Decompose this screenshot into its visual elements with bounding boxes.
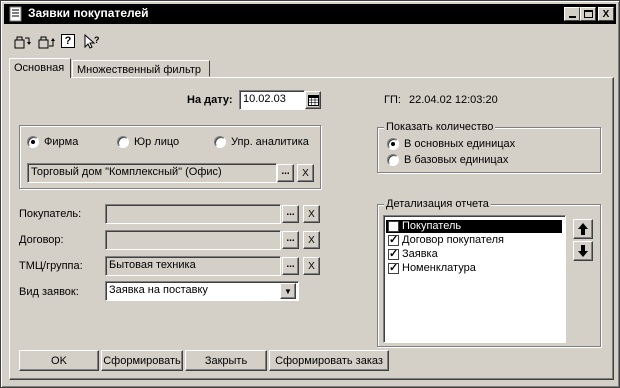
tab-main[interactable]: Основная	[9, 58, 71, 78]
list-item[interactable]: Заявка	[386, 247, 562, 261]
minimize-button[interactable]	[564, 7, 580, 21]
entity-field[interactable]: Торговый дом "Комплексный" (Офис)	[27, 163, 277, 183]
goods-field[interactable]: Бытовая техника	[105, 256, 281, 276]
move-up-button[interactable]	[573, 219, 593, 239]
gp-label: ГП:	[384, 94, 401, 106]
generate-order-button-label: Сформировать заказ	[275, 354, 383, 367]
order-type-value: Заявка на поставку	[109, 284, 208, 296]
goods-select-button[interactable]: ...	[282, 257, 299, 275]
calendar-icon	[307, 94, 319, 106]
gp-value: 22.04.02 12:03:20	[409, 94, 498, 106]
close-icon: X	[602, 8, 610, 20]
ok-button[interactable]: OK	[19, 350, 99, 371]
ellipsis-icon: ...	[286, 232, 295, 244]
window-title: Заявки покупателей	[28, 6, 149, 20]
report-window: Заявки покупателей X ? ? Основная Множес…	[0, 0, 620, 388]
order-type-dropdown-button[interactable]: ▼	[280, 283, 296, 299]
filter-buyer-label: Покупатель:	[19, 208, 82, 220]
tab-main-label: Основная	[14, 62, 65, 74]
close-dialog-button-label: Закрыть	[204, 354, 248, 367]
show-quantity-group: Показать количество	[377, 121, 601, 173]
clear-icon: X	[302, 167, 309, 179]
radio-mgmt-analytics[interactable]	[214, 136, 226, 148]
ok-button-label: OK	[51, 354, 67, 367]
arrow-up-icon	[578, 223, 588, 235]
chevron-down-icon: ▼	[284, 286, 292, 296]
order-type-select[interactable]: Заявка на поставку ▼	[105, 281, 299, 301]
help-icon[interactable]: ?	[61, 34, 75, 48]
checkbox[interactable]	[388, 221, 399, 232]
generate-button[interactable]: Сформировать	[101, 350, 183, 371]
radio-main-units[interactable]	[387, 138, 399, 150]
ellipsis-icon: ...	[286, 258, 295, 270]
radio-base-units-label: В базовых единицах	[404, 154, 509, 166]
radio-main-units-label: В основных единицах	[404, 138, 516, 150]
show-quantity-title: Показать количество	[384, 121, 496, 133]
move-down-button[interactable]	[573, 241, 593, 261]
maximize-button[interactable]	[580, 7, 596, 21]
close-button[interactable]: X	[598, 7, 614, 21]
arrow-down-icon	[578, 245, 588, 257]
radio-firm[interactable]	[27, 136, 39, 148]
checkbox[interactable]	[388, 261, 399, 274]
contract-clear-button[interactable]: X	[303, 231, 320, 249]
buyer-select-button[interactable]: ...	[282, 205, 299, 223]
list-item-label: Заявка	[402, 248, 438, 260]
filter-contract-label: Договор:	[19, 234, 64, 246]
entity-select-button[interactable]: ...	[277, 164, 294, 182]
radio-legal-entity-label: Юр лицо	[134, 136, 180, 148]
generate-button-label: Сформировать	[103, 354, 181, 367]
radio-base-units[interactable]	[387, 154, 399, 166]
date-value: 10.02.03	[243, 93, 286, 105]
order-type-label: Вид заявок:	[19, 286, 79, 298]
detail-list[interactable]: Покупатель Договор покупателя Заявка Ном…	[383, 215, 566, 343]
clear-icon: X	[308, 260, 315, 272]
generate-order-button[interactable]: Сформировать заказ	[269, 350, 389, 371]
list-item-label: Номенклатура	[402, 262, 476, 274]
entity-value: Торговый дом "Комплексный" (Офис)	[31, 166, 222, 178]
title-bar[interactable]: Заявки покупателей X	[4, 4, 616, 24]
open-icon[interactable]	[13, 34, 31, 50]
date-input[interactable]: 10.02.03	[239, 90, 305, 110]
list-item[interactable]: Договор покупателя	[386, 233, 562, 247]
tab-multiple-filter-label: Множественный фильтр	[77, 64, 201, 76]
tab-multiple-filter[interactable]: Множественный фильтр	[72, 60, 210, 77]
detail-title: Детализация отчета	[384, 198, 491, 210]
clear-icon: X	[308, 208, 315, 220]
save-icon[interactable]	[37, 34, 55, 50]
document-icon	[9, 6, 22, 22]
buyer-field[interactable]	[105, 204, 281, 224]
radio-firm-label: Фирма	[44, 136, 79, 148]
contract-select-button[interactable]: ...	[282, 231, 299, 249]
checkbox[interactable]	[388, 247, 399, 260]
clear-icon: X	[308, 234, 315, 246]
radio-mgmt-analytics-label: Упр. аналитика	[231, 136, 309, 148]
contract-field[interactable]	[105, 230, 281, 250]
goods-clear-button[interactable]: X	[303, 257, 320, 275]
buyer-clear-button[interactable]: X	[303, 205, 320, 223]
close-dialog-button[interactable]: Закрыть	[185, 350, 267, 371]
svg-text:?: ?	[94, 35, 100, 45]
calendar-button[interactable]	[305, 91, 321, 109]
goods-value: Бытовая техника	[109, 259, 196, 271]
entity-clear-button[interactable]: X	[297, 164, 314, 182]
ellipsis-icon: ...	[286, 206, 295, 218]
minimize-icon	[568, 16, 576, 18]
filter-goods-label: ТМЦ/группа:	[19, 260, 83, 272]
list-item-label: Договор покупателя	[402, 234, 504, 246]
radio-legal-entity[interactable]	[117, 136, 129, 148]
list-item-label: Покупатель	[402, 220, 462, 232]
checkbox[interactable]	[388, 233, 399, 246]
maximize-icon	[583, 10, 593, 18]
date-label: На дату:	[187, 94, 233, 106]
ellipsis-icon: ...	[281, 165, 290, 177]
list-item[interactable]: Покупатель	[386, 220, 562, 233]
context-help-icon[interactable]: ?	[83, 34, 101, 50]
list-item[interactable]: Номенклатура	[386, 261, 562, 275]
